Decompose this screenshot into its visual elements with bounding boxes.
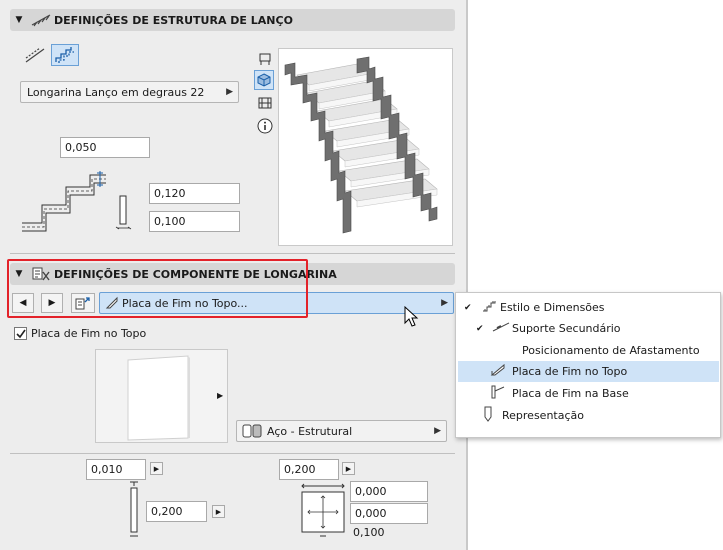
stringer-height-field[interactable]: 0,100: [149, 211, 240, 232]
section-separator: [10, 253, 455, 254]
plate-height-field[interactable]: 0,200: [146, 501, 207, 522]
menu-item-label: Suporte Secundário: [512, 322, 621, 335]
plate-thickness-field[interactable]: 0,010: [86, 459, 146, 480]
material-value: Aço - Estrutural: [267, 424, 353, 438]
chevron-right-icon: ▶: [226, 87, 233, 97]
menu-item-style-dimensions[interactable]: ✔ Estilo e Dimensões: [456, 297, 720, 318]
menu-item-base-end-plate[interactable]: Placa de Fim na Base: [456, 383, 720, 404]
menu-item-label: Placa de Fim no Topo: [512, 365, 628, 378]
material-select[interactable]: Aço - Estrutural ▶: [236, 420, 447, 442]
end-plate-checkbox-label: Placa de Fim no Topo: [31, 327, 147, 340]
info-icon[interactable]: [256, 117, 274, 135]
end-plate-illustration: [127, 355, 190, 441]
stepped-stringer-button[interactable]: [51, 44, 79, 66]
menu-item-label: Placa de Fim na Base: [512, 387, 629, 400]
plate-width-field[interactable]: 0,200: [279, 459, 339, 480]
stair-3d-illustration: [284, 56, 438, 234]
building-material-icon: [242, 424, 262, 441]
stringer-type-value: Longarina Lanço em degraus 22: [27, 85, 205, 99]
stringer-type-select[interactable]: Longarina Lanço em degraus 22 ▶: [20, 81, 239, 103]
chevron-right-icon: ▶: [434, 426, 441, 436]
menu-item-offset-placement[interactable]: Posicionamento de Afastamento: [522, 340, 720, 361]
checkmark-icon: [15, 329, 26, 338]
end-plate-preview: [95, 349, 228, 443]
arrow-right-button[interactable]: ▶: [342, 462, 355, 475]
stringer-section-diagram: [114, 193, 134, 233]
arrow-right-button[interactable]: ▶: [150, 462, 163, 475]
base-plate-icon: [490, 385, 512, 402]
end-plate-checkbox[interactable]: [14, 327, 27, 340]
highlight-box: [7, 259, 308, 318]
menu-item-secondary-support[interactable]: ✔ Suporte Secundário: [456, 318, 720, 339]
offset-x-field[interactable]: 0,000: [350, 481, 428, 502]
flight-structure-header[interactable]: ▼ DEFINIÇÕES DE ESTRUTURA DE LANÇO: [10, 9, 455, 31]
offset-y-field[interactable]: 0,000: [350, 503, 428, 524]
chevron-right-icon[interactable]: ▶: [217, 391, 223, 400]
menu-item-top-end-plate[interactable]: Placa de Fim no Topo: [458, 361, 719, 382]
section-title: DEFINIÇÕES DE ESTRUTURA DE LANÇO: [54, 13, 293, 27]
mouse-cursor-icon: [404, 305, 420, 328]
component-tree-menu: ✔ Estilo e Dimensões ✔ Suporte Secundári…: [455, 292, 721, 438]
menu-item-label: Representação: [502, 409, 584, 422]
plate-side-diagram: [127, 480, 141, 540]
chevron-right-icon: ▶: [441, 298, 448, 308]
chevron-down-icon[interactable]: ✔: [476, 324, 488, 334]
offset-total-value: 0,100: [353, 526, 385, 539]
stringer-width-field[interactable]: 0,120: [149, 183, 240, 204]
end-plate-icon: [490, 363, 512, 380]
chevron-down-icon[interactable]: ✔: [464, 303, 476, 313]
collapse-triangle-icon[interactable]: ▼: [10, 15, 28, 25]
plate-offset-diagram: [298, 482, 348, 538]
section-view-icon[interactable]: [256, 94, 274, 112]
stair-structure-icon: [28, 11, 54, 29]
stair-3d-preview: [278, 48, 453, 246]
arrow-right-button[interactable]: ▶: [212, 505, 225, 518]
secondary-support-icon: [492, 321, 512, 336]
3d-view-icon[interactable]: [254, 70, 274, 90]
tread-offset-field[interactable]: 0,050: [60, 137, 150, 158]
pencil-icon: [482, 406, 502, 425]
stair-style-icon: [482, 300, 500, 315]
section-separator: [10, 453, 455, 454]
menu-item-label: Posicionamento de Afastamento: [522, 344, 700, 357]
stringer-profile-diagram: [20, 165, 110, 235]
floor-plan-view-icon[interactable]: [256, 50, 274, 68]
panel-divider: [466, 0, 468, 550]
sloped-stringer-button[interactable]: [22, 44, 48, 66]
menu-item-representation[interactable]: Representação: [456, 405, 720, 426]
menu-item-label: Estilo e Dimensões: [500, 301, 605, 314]
